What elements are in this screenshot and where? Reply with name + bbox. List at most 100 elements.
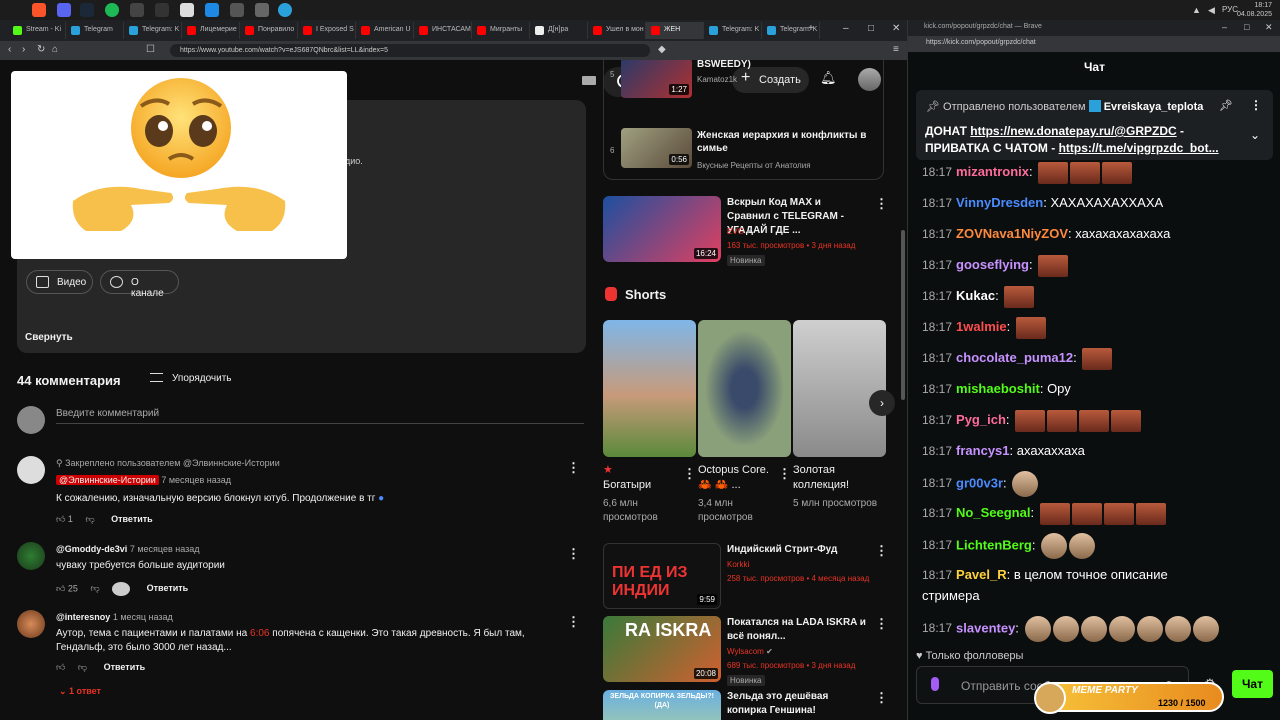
timestamp-link[interactable]: 6:06 bbox=[250, 628, 269, 639]
page-scrollbar[interactable] bbox=[901, 230, 905, 400]
show-replies-button[interactable]: ⌄ 1 ответ bbox=[59, 686, 101, 697]
message-username[interactable]: ZOVNava1NiyZOV bbox=[956, 226, 1068, 241]
more-options-icon[interactable]: ⋮ bbox=[567, 614, 580, 630]
browser-tab[interactable]: Telegram: K bbox=[704, 22, 762, 39]
playlist-item[interactable]: 5 1:27 BSWEEDY) Kamatoz1k bbox=[604, 60, 885, 102]
short-title[interactable]: Золотая коллекция! bbox=[793, 463, 871, 493]
app-icon-blue[interactable] bbox=[205, 3, 219, 17]
chat-message[interactable]: 18:17 gooseflying: bbox=[922, 254, 1069, 277]
playlist-video-title[interactable]: BSWEEDY) bbox=[697, 60, 877, 71]
url-input[interactable]: https://www.youtube.com/watch?v=eJS687QN… bbox=[170, 44, 650, 57]
recommended-video[interactable]: ЗЕЛЬДА КОПИРКА ЗЕЛЬДЫ?! (ДА) Зельда это … bbox=[603, 690, 893, 720]
message-username[interactable]: LichtenBerg bbox=[956, 537, 1032, 552]
more-options-icon[interactable]: ⋮ bbox=[875, 543, 888, 559]
like-icon[interactable]: 👍︎ bbox=[56, 514, 65, 524]
chat-message[interactable]: 18:17 Pavel_R: в целом точное описание bbox=[922, 564, 1168, 586]
chat-message[interactable]: 18:17 Pyg_ich: bbox=[922, 409, 1142, 432]
dislike-icon[interactable]: 👎︎ bbox=[85, 514, 94, 524]
channel-name[interactable]: Wylsacom ✔ bbox=[727, 647, 773, 656]
more-options-icon[interactable]: ⋮ bbox=[875, 690, 888, 706]
chat-message[interactable]: 18:17 1walmie: bbox=[922, 316, 1046, 339]
steam-icon[interactable] bbox=[80, 3, 94, 17]
video-thumbnail[interactable]: ПИ ЕД ИЗ ИНДИИ 9:59 bbox=[603, 543, 721, 609]
playlist-video-title[interactable]: Женская иерархия и конфликты в симье bbox=[697, 129, 877, 155]
comment-author[interactable]: @interesnoy bbox=[56, 612, 110, 622]
video-thumbnail[interactable]: ЗЕЛЬДА КОПИРКА ЗЕЛЬДЫ?! (ДА) bbox=[603, 690, 721, 720]
chat-message[interactable]: 18:17 No_Seegnal: bbox=[922, 502, 1166, 525]
chat-emote-icon[interactable] bbox=[1039, 502, 1070, 525]
chat-emote-icon[interactable] bbox=[1082, 347, 1113, 370]
browser-tab[interactable]: Ушел в мон bbox=[588, 22, 646, 39]
menu-icon[interactable]: ≡ bbox=[893, 44, 899, 55]
video-title[interactable]: Индийский Стрит-Фуд bbox=[727, 543, 867, 557]
video-thumbnail[interactable]: 1:27 bbox=[621, 60, 692, 98]
forward-icon[interactable]: › bbox=[22, 44, 25, 55]
author-badge[interactable]: @Элвиннские-Истории bbox=[56, 475, 159, 485]
obs-icon[interactable] bbox=[130, 3, 144, 17]
chat-emote-icon[interactable] bbox=[1102, 161, 1133, 184]
chat-message[interactable]: 18:17 gr00v3r: bbox=[922, 471, 1039, 497]
chat-message[interactable]: 18:17 VinnyDresden: ХАХАХАХАХХАХА bbox=[922, 192, 1163, 214]
playlist-item[interactable]: 6 0:56 Женская иерархия и конфликты в си… bbox=[604, 126, 885, 176]
close-icon[interactable]: ✕ bbox=[1265, 22, 1273, 33]
comment-time[interactable]: 1 месяц назад bbox=[113, 612, 173, 622]
chat-emote-icon[interactable] bbox=[1069, 533, 1096, 559]
short-title[interactable]: ★ Богатыри bbox=[603, 463, 681, 493]
video-title[interactable]: Зельда это дешёвая копирка Геншина! bbox=[727, 690, 867, 718]
chess-icon[interactable] bbox=[180, 3, 194, 17]
more-options-icon[interactable]: ⋮ bbox=[567, 460, 580, 476]
avatar[interactable] bbox=[17, 610, 45, 638]
chat-message[interactable]: 18:17 mishaeboshit: Ору bbox=[922, 378, 1071, 400]
collapse-button[interactable]: Свернуть bbox=[25, 332, 73, 343]
pinned-user[interactable]: Evreiskaya_teplota bbox=[1104, 101, 1204, 113]
browser-tab[interactable]: Лицемерие bbox=[182, 22, 240, 39]
channel-name[interactable]: EVG ✔ bbox=[727, 227, 753, 236]
channel-chip[interactable]: О канале bbox=[100, 270, 179, 299]
maximize-icon[interactable]: □ bbox=[1244, 22, 1249, 32]
message-username[interactable]: gooseflying bbox=[956, 257, 1029, 272]
comment-input[interactable]: Введите комментарий bbox=[56, 408, 584, 424]
spotify-icon[interactable] bbox=[105, 3, 119, 17]
chat-emote-icon[interactable] bbox=[1164, 616, 1191, 642]
miniplayer-icon[interactable] bbox=[582, 76, 596, 85]
avatar[interactable] bbox=[17, 542, 45, 570]
minimize-icon[interactable]: – bbox=[843, 23, 849, 34]
more-options-icon[interactable]: ⋮ bbox=[875, 196, 888, 212]
browser-tab[interactable]: Telegram: K bbox=[124, 22, 182, 39]
short-title[interactable]: Octopus Core. 🦀 🦀 ... bbox=[698, 463, 776, 493]
browser-tab[interactable]: ИНСТАСАМ bbox=[414, 22, 472, 39]
chat-message[interactable]: 18:17 mizantronix: bbox=[922, 161, 1133, 184]
chat-emote-icon[interactable] bbox=[1103, 502, 1134, 525]
discord-icon[interactable] bbox=[57, 3, 71, 17]
dislike-icon[interactable]: 👎︎ bbox=[90, 583, 99, 593]
home-icon[interactable]: ⌂ bbox=[52, 44, 58, 55]
clock[interactable]: 18:17 04.08.2025 bbox=[1237, 1, 1272, 19]
message-username[interactable]: mizantronix bbox=[956, 164, 1029, 179]
video-title[interactable]: Покатался на LADA ISKRA и всё понял... bbox=[727, 616, 867, 644]
chat-emote-icon[interactable] bbox=[1111, 409, 1142, 432]
mic-icon[interactable] bbox=[931, 677, 939, 691]
close-icon[interactable]: ✕ bbox=[892, 23, 900, 34]
more-options-icon[interactable]: ⋮ bbox=[875, 616, 888, 632]
wifi-icon[interactable]: ▲ bbox=[1192, 5, 1202, 15]
chat-emote-icon[interactable] bbox=[1012, 471, 1039, 497]
telegram-link[interactable]: https://t.me/vipgrpzdc_bot... bbox=[1059, 141, 1219, 155]
video-chip[interactable]: Видео bbox=[26, 270, 93, 294]
chevron-down-icon[interactable]: ⌄ bbox=[1250, 128, 1260, 142]
reply-button[interactable]: Ответить bbox=[111, 514, 153, 524]
message-username[interactable]: slaventey bbox=[956, 620, 1015, 635]
video-thumbnail[interactable]: 16:24 bbox=[603, 196, 721, 262]
message-username[interactable]: chocolate_puma12 bbox=[956, 350, 1073, 365]
donate-link[interactable]: https://new.donatepay.ru/@GRPZDC bbox=[970, 124, 1176, 138]
browser-tab[interactable]: Мигранты bbox=[472, 22, 530, 39]
like-icon[interactable]: 👍︎ bbox=[56, 583, 65, 593]
message-username[interactable]: Pyg_ich bbox=[956, 412, 1006, 427]
recommended-video[interactable]: 16:24 Вскрыл Код MAX и Сравнил с TELEGRA… bbox=[603, 196, 893, 266]
message-username[interactable]: VinnyDresden bbox=[956, 195, 1043, 210]
chat-emote-icon[interactable] bbox=[1047, 409, 1078, 432]
reply-button[interactable]: Ответить bbox=[104, 662, 146, 672]
pinned-message[interactable]: 📌︎ Отправлено пользователем Evreiskaya_t… bbox=[916, 90, 1273, 160]
comment-author[interactable]: @Gmoddy-de3vi bbox=[56, 544, 127, 554]
chevron-right-icon[interactable]: › bbox=[869, 390, 895, 416]
channel-name[interactable]: Korkki bbox=[727, 560, 749, 569]
